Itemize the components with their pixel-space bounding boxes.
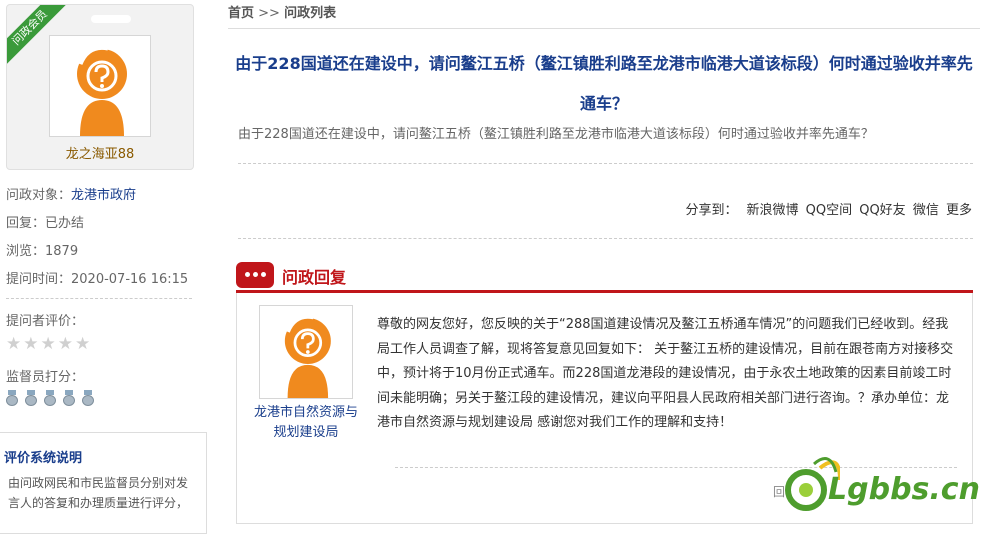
org-name-link[interactable]: 龙港市自然资源与规划建设局 [251,403,361,443]
medal-icon[interactable] [6,390,18,406]
sidebar-divider [6,298,192,299]
share-weibo[interactable]: 新浪微博 [746,203,798,218]
profile-card: 问政会员 龙之海亚88 [6,4,194,170]
breadcrumb-underline [228,28,980,29]
asker-rating-stars[interactable]: ★ ★ ★ ★ ★ [6,334,92,354]
views-label: 浏览： [6,244,46,259]
supervisor-rating-medals[interactable] [6,390,101,410]
user-avatar[interactable] [49,35,151,137]
avatar-figure-icon [77,44,127,136]
reply-status-value: 已办结 [45,216,85,231]
question-title: 由于228国道还在建设中，请问鳌江五桥（鳌江镇胜利路至龙港市临港大道该标段）何时… [235,54,973,113]
question-divider [238,163,973,164]
medal-icon[interactable] [44,390,56,406]
target-label: 问政对象： [6,188,72,203]
eval-title: 评价系统说明 [4,451,83,466]
star-icon[interactable]: ★ [6,334,21,354]
share-wechat[interactable]: 微信 [913,203,939,218]
time-label: 提问时间： [6,272,72,287]
share-more[interactable]: 更多 [946,203,972,218]
asker-rating-label: 提问者评价： [6,314,85,329]
watermark-text: Lgbbs.cn [828,472,980,507]
reply-section-title: 问政回复 [282,268,347,287]
main-content: 首页 >> 问政列表 由于228国道还在建设中，请问鳌江五桥（鳌江镇胜利路至龙港… [228,0,980,524]
share-bar: 分享到： 新浪微博 QQ空间 QQ好友 微信 更多 [685,199,972,218]
share-qq-friend[interactable]: QQ好友 [859,203,905,218]
star-icon[interactable]: ★ [23,334,38,354]
target-link[interactable]: 龙港市政府 [71,188,136,203]
username[interactable]: 龙之海亚88 [7,143,193,162]
share-divider [238,238,973,239]
breadcrumb-separator: >> [258,6,280,21]
avatar-figure-icon [284,314,331,398]
org-avatar[interactable] [259,305,353,399]
reply-status-row: 回复：已办结 [6,212,84,231]
breadcrumb: 首页 >> 问政列表 [228,2,336,21]
eval-text: 由问政网民和市民监督员分别对发言人的答复和办理质量进行评分， [8,476,189,510]
share-qzone[interactable]: QQ空间 [806,203,852,218]
sidebar: 问政会员 龙之海亚88 问政对象：龙港市政府 回复：已办结 浏览：1879 提问… [0,0,210,534]
eval-explanation-box: 评价系统说明 由问政网民和市民监督员分别对发言人的答复和办理质量进行评分， [0,432,207,534]
profile-top-bar [91,15,131,23]
time-value: 2020-07-16 16:15 [71,272,189,287]
reply-status-label: 回复： [6,216,46,231]
views-row: 浏览：1879 [6,240,78,259]
star-icon[interactable]: ★ [75,334,90,354]
medal-icon[interactable] [82,390,94,406]
reply-text: 尊敬的网友您好，您反映的关于“288国道建设情况及鳌江五桥通车情况”的问题我们已… [377,317,954,430]
share-label: 分享到： [685,203,738,218]
target-row: 问政对象：龙港市政府 [6,184,136,203]
supervisor-rating-label: 监督员打分： [6,370,85,385]
star-icon[interactable]: ★ [41,334,56,354]
breadcrumb-home[interactable]: 首页 [228,6,254,21]
views-value: 1879 [45,244,79,259]
star-icon[interactable]: ★ [58,334,73,354]
question-body: 由于228国道还在建设中，请问鳌江五桥（鳌江镇胜利路至龙港市临港大道该标段）何时… [238,127,874,142]
breadcrumb-current[interactable]: 问政列表 [284,6,336,21]
time-row: 提问时间：2020-07-16 16:15 [6,268,188,287]
site-watermark-logo: Lgbbs.cn [780,452,980,516]
medal-icon[interactable] [25,390,37,406]
speech-bubble-icon [236,262,274,288]
medal-icon[interactable] [63,390,75,406]
